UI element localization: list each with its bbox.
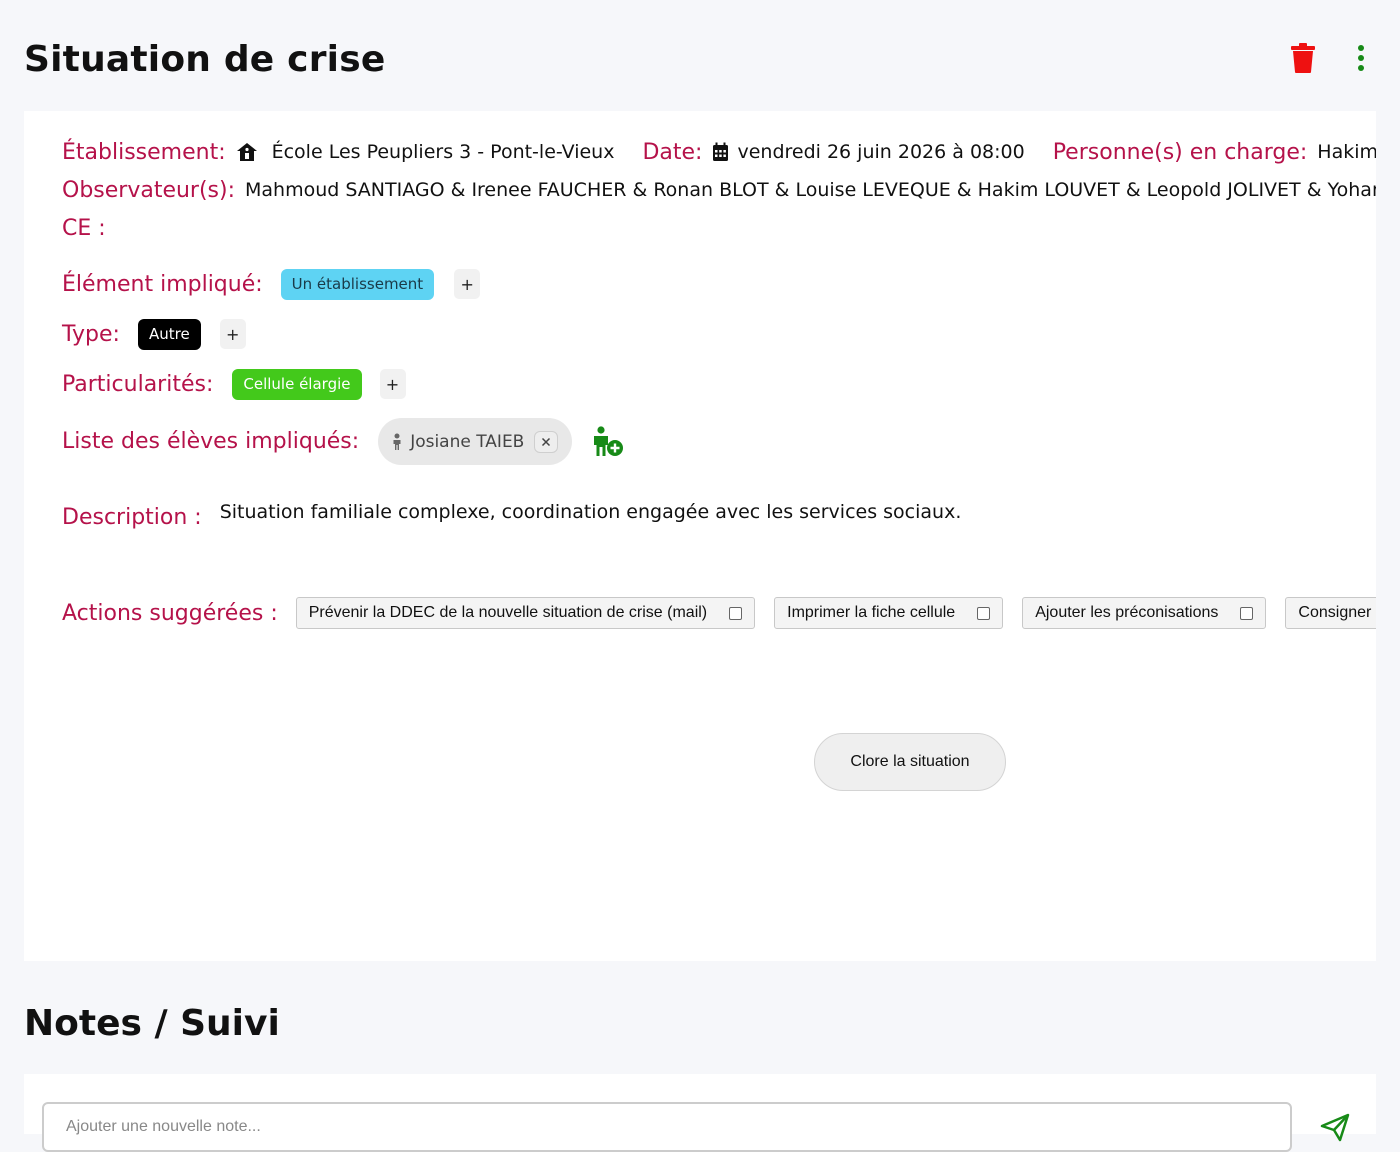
description-label: Description : [62, 505, 202, 530]
description-text: Situation familiale complexe, coordinati… [219, 501, 962, 523]
eleves-label: Liste des élèves impliqués: [62, 429, 360, 454]
crisis-details-card: Établissement: École Les Peupliers 3 - P… [24, 111, 1376, 961]
particularites-label: Particularités: [62, 371, 214, 397]
observateurs-label: Observateur(s): [62, 177, 236, 203]
date-label: Date: [642, 139, 703, 165]
action-checkbox[interactable] [729, 606, 743, 620]
action-label: Prévenir la DDEC de la nouvelle situatio… [308, 604, 708, 621]
remove-student-button[interactable] [534, 430, 559, 453]
close-situation-button[interactable]: Clore la situation [814, 733, 1006, 791]
element-tag[interactable]: Un établissement [280, 268, 435, 300]
action-prevenir-ddec[interactable]: Prévenir la DDEC de la nouvelle situatio… [295, 597, 756, 629]
element-label: Élément impliqué: [62, 271, 263, 297]
delete-button[interactable] [1288, 40, 1318, 76]
new-note-input[interactable] [42, 1102, 1292, 1152]
add-particularite-button[interactable]: + [379, 369, 406, 399]
action-checkbox[interactable] [1240, 606, 1254, 620]
more-options-button[interactable] [1346, 40, 1376, 76]
date-value: vendredi 26 juin 2026 à 08:00 [737, 141, 1025, 163]
calendar-icon [713, 142, 729, 161]
action-label: Ajouter les préconisations [1035, 604, 1219, 621]
actions-label: Actions suggérées : [62, 600, 278, 626]
student-name: Josiane TAIEB [410, 431, 525, 452]
ce-row: CE : [62, 213, 106, 243]
notes-card [24, 1074, 1376, 1152]
type-tag[interactable]: Autre [137, 318, 201, 350]
observateurs-value: Mahmoud SANTIAGO & Irenee FAUCHER & Rona… [245, 179, 1376, 201]
action-checkbox[interactable] [977, 606, 991, 620]
type-row: Type: Autre + [62, 318, 246, 350]
action-imprimer-fiche[interactable]: Imprimer la fiche cellule [774, 597, 1004, 629]
description-row: Description : Situation familiale comple… [62, 501, 961, 535]
person-icon [393, 433, 401, 450]
notes-title: Notes / Suivi [24, 1003, 280, 1044]
etablissement-value[interactable]: École Les Peupliers 3 - Pont-le-Vieux [272, 141, 615, 163]
send-icon[interactable] [1320, 1112, 1350, 1142]
personnes-value: Hakim LOUVET [1317, 141, 1376, 163]
type-label: Type: [62, 321, 120, 347]
kebab-menu-icon [1358, 45, 1364, 71]
etablissement-label: Établissement: [62, 139, 226, 165]
close-icon [542, 437, 551, 446]
student-chip[interactable]: Josiane TAIEB [378, 418, 573, 465]
observateurs-row: Observateur(s): Mahmoud SANTIAGO & Irene… [62, 175, 1376, 205]
particularites-tag[interactable]: Cellule élargie [232, 368, 362, 400]
page-title: Situation de crise [24, 39, 386, 80]
action-label: Imprimer la fiche cellule [787, 604, 956, 621]
add-element-button[interactable]: + [454, 269, 481, 299]
page-header: Situation de crise [24, 36, 1376, 86]
eleves-row: Liste des élèves impliqués: Josiane TAIE… [62, 418, 624, 465]
element-row: Élément impliqué: Un établissement + [62, 268, 481, 300]
action-consigner-motifs[interactable]: Consigner les motifs [1285, 597, 1376, 629]
actions-row: Actions suggérées : Prévenir la DDEC de … [62, 597, 1376, 629]
action-ajouter-preconisations[interactable]: Ajouter les préconisations [1022, 597, 1267, 629]
add-type-button[interactable]: + [219, 319, 246, 349]
info-row: Établissement: École Les Peupliers 3 - P… [62, 137, 1376, 167]
add-student-icon[interactable] [590, 425, 624, 458]
particularites-row: Particularités: Cellule élargie + [62, 368, 406, 400]
trash-icon [1291, 43, 1315, 73]
personnes-label: Personne(s) en charge: [1052, 139, 1308, 165]
action-label: Consigner les motifs [1298, 604, 1376, 621]
header-actions [1288, 40, 1376, 76]
school-icon [236, 143, 257, 161]
ce-label: CE : [62, 215, 106, 241]
